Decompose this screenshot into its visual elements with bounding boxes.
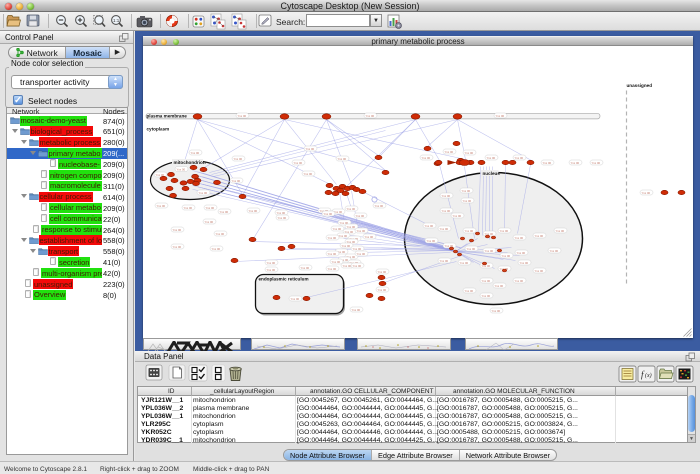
svg-text:Yxx 00: Yxx 00 bbox=[463, 199, 472, 203]
svg-text:Yxx 00: Yxx 00 bbox=[515, 156, 524, 160]
svg-text:Yxx 00: Yxx 00 bbox=[328, 252, 337, 256]
svg-text:Yxx 00: Yxx 00 bbox=[232, 179, 241, 183]
svg-text:Yxx 00: Yxx 00 bbox=[642, 191, 651, 195]
svg-text:cytoplasm: cytoplasm bbox=[147, 127, 170, 132]
svg-text:Yxx 00: Yxx 00 bbox=[492, 309, 501, 313]
svg-text:Yxx 00: Yxx 00 bbox=[356, 214, 365, 218]
svg-text:Yxx 00: Yxx 00 bbox=[453, 214, 462, 218]
svg-text:Yxx 00: Yxx 00 bbox=[487, 156, 496, 160]
svg-text:Yxx 00: Yxx 00 bbox=[353, 247, 362, 251]
svg-text:Yxx 00: Yxx 00 bbox=[365, 235, 374, 239]
svg-text:Yxx 00: Yxx 00 bbox=[343, 264, 352, 268]
svg-text:mitochondrion: mitochondrion bbox=[174, 160, 206, 165]
svg-text:Yxx 00: Yxx 00 bbox=[304, 172, 313, 176]
svg-text:Yxx 00: Yxx 00 bbox=[482, 294, 491, 298]
svg-text:Yxx 00: Yxx 00 bbox=[157, 204, 166, 208]
svg-text:Yxx 00: Yxx 00 bbox=[517, 251, 526, 255]
svg-text:Yxx 00: Yxx 00 bbox=[347, 225, 356, 229]
svg-text:Yxx 00: Yxx 00 bbox=[353, 264, 362, 268]
svg-text:Yxx 00: Yxx 00 bbox=[460, 261, 469, 265]
svg-text:Yxx 00: Yxx 00 bbox=[338, 157, 347, 161]
svg-text:Yxx 00: Yxx 00 bbox=[267, 268, 276, 272]
svg-text:Yxx 00: Yxx 00 bbox=[205, 220, 214, 224]
svg-text:Yxx 00: Yxx 00 bbox=[550, 249, 559, 253]
svg-text:Yxx 00: Yxx 00 bbox=[366, 114, 375, 118]
svg-text:Yxx 00: Yxx 00 bbox=[332, 260, 341, 264]
svg-text:Yxx 00: Yxx 00 bbox=[357, 229, 366, 233]
svg-text:Yxx 00: Yxx 00 bbox=[440, 227, 449, 231]
svg-text:Yxx 00: Yxx 00 bbox=[352, 308, 361, 312]
svg-text:Yxx 00: Yxx 00 bbox=[495, 284, 504, 288]
svg-text:Yxx 00: Yxx 00 bbox=[445, 150, 454, 154]
svg-text:plasma membrane: plasma membrane bbox=[147, 114, 188, 119]
svg-text:Yxx 00: Yxx 00 bbox=[535, 269, 544, 273]
svg-text:Yxx 00: Yxx 00 bbox=[378, 288, 387, 292]
svg-text:Yxx 00: Yxx 00 bbox=[339, 234, 348, 238]
svg-text:Yxx 00: Yxx 00 bbox=[173, 245, 182, 249]
svg-text:1:1: 1:1 bbox=[113, 18, 120, 23]
svg-text:Yxx 00: Yxx 00 bbox=[465, 229, 474, 233]
svg-text:Yxx 00: Yxx 00 bbox=[425, 224, 434, 228]
svg-text:Yxx 00: Yxx 00 bbox=[535, 234, 544, 238]
svg-text:Yxx 00: Yxx 00 bbox=[184, 206, 193, 210]
svg-text:Yxx 00: Yxx 00 bbox=[328, 236, 337, 240]
svg-text:Yxx 00: Yxx 00 bbox=[333, 227, 342, 231]
svg-text:Yxx 00: Yxx 00 bbox=[556, 229, 565, 233]
svg-text:Yxx 00: Yxx 00 bbox=[234, 157, 243, 161]
svg-text:Yxx 00: Yxx 00 bbox=[342, 244, 351, 248]
svg-text:Yxx 00: Yxx 00 bbox=[422, 156, 431, 160]
svg-text:endoplasmic reticulum: endoplasmic reticulum bbox=[259, 277, 309, 282]
svg-text:Yxx 00: Yxx 00 bbox=[502, 254, 511, 258]
svg-text:Yxx 00: Yxx 00 bbox=[500, 229, 509, 233]
svg-text:Yxx 00: Yxx 00 bbox=[442, 194, 451, 198]
svg-text:Yxx 00: Yxx 00 bbox=[238, 114, 247, 118]
svg-text:Yxx 00: Yxx 00 bbox=[206, 206, 215, 210]
svg-text:(x): (x) bbox=[645, 372, 652, 379]
svg-text:Yxx 00: Yxx 00 bbox=[571, 161, 580, 165]
svg-text:Yxx 00: Yxx 00 bbox=[378, 270, 387, 274]
svg-text:Yxx 00: Yxx 00 bbox=[199, 191, 208, 195]
svg-text:Yxx 00: Yxx 00 bbox=[357, 252, 366, 256]
svg-text:Yxx 00: Yxx 00 bbox=[465, 289, 474, 293]
svg-text:Yxx 00: Yxx 00 bbox=[467, 247, 476, 251]
svg-text:Yxx 00: Yxx 00 bbox=[515, 279, 524, 283]
svg-text:Yxx 00: Yxx 00 bbox=[267, 261, 276, 265]
svg-text:Yxx 00: Yxx 00 bbox=[328, 267, 337, 271]
svg-text:Yxx 00: Yxx 00 bbox=[440, 259, 449, 263]
svg-text:Yxx 00: Yxx 00 bbox=[375, 204, 384, 208]
svg-text:Yxx 00: Yxx 00 bbox=[482, 279, 491, 283]
svg-text:Yxx 00: Yxx 00 bbox=[324, 212, 333, 216]
svg-text:Yxx 00: Yxx 00 bbox=[294, 161, 303, 165]
svg-text:Yxx 00: Yxx 00 bbox=[277, 211, 286, 215]
svg-text:Yxx 00: Yxx 00 bbox=[249, 209, 258, 213]
svg-text:unassigned: unassigned bbox=[627, 83, 653, 88]
svg-text:Yxx 00: Yxx 00 bbox=[291, 297, 300, 301]
svg-text:Yxx 00: Yxx 00 bbox=[278, 216, 287, 220]
svg-text:Yxx 00: Yxx 00 bbox=[543, 161, 552, 165]
svg-text:nucleus: nucleus bbox=[483, 171, 501, 176]
svg-text:Yxx 00: Yxx 00 bbox=[520, 261, 529, 265]
svg-text:Yxx 00: Yxx 00 bbox=[485, 249, 494, 253]
svg-text:Yxx 00: Yxx 00 bbox=[191, 151, 200, 155]
svg-text:Yxx 00: Yxx 00 bbox=[212, 247, 221, 251]
svg-text:Yxx 00: Yxx 00 bbox=[306, 147, 315, 151]
svg-text:Yxx 00: Yxx 00 bbox=[347, 207, 356, 211]
svg-text:Yxx 00: Yxx 00 bbox=[515, 236, 524, 240]
svg-text:Yxx 00: Yxx 00 bbox=[301, 266, 310, 270]
svg-text:Yxx 00: Yxx 00 bbox=[220, 210, 229, 214]
svg-text:Yxx 00: Yxx 00 bbox=[173, 228, 182, 232]
svg-text:Yxx 00: Yxx 00 bbox=[427, 239, 436, 243]
svg-text:Yxx 00: Yxx 00 bbox=[442, 209, 451, 213]
svg-text:Yxx 00: Yxx 00 bbox=[177, 167, 186, 171]
svg-text:Yxx 00: Yxx 00 bbox=[462, 189, 471, 193]
svg-text:Yxx 00: Yxx 00 bbox=[465, 151, 474, 155]
svg-text:Yxx 00: Yxx 00 bbox=[592, 161, 601, 165]
svg-text:Yxx 00: Yxx 00 bbox=[216, 232, 225, 236]
svg-text:Yxx 00: Yxx 00 bbox=[496, 114, 505, 118]
